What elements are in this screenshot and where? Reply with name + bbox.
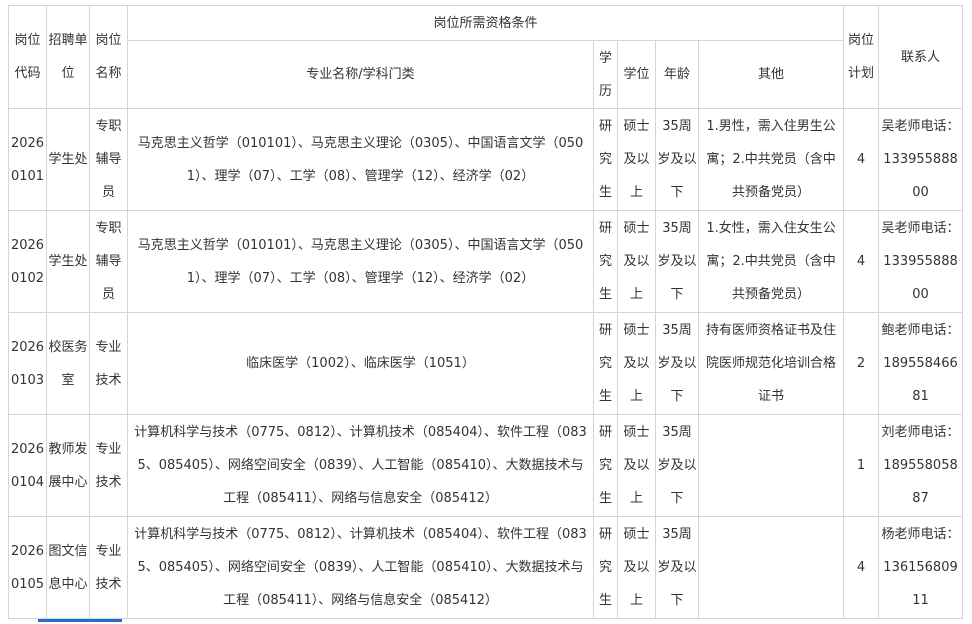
header-education: 学历 — [593, 40, 618, 109]
cell-position: 专业技术 — [89, 516, 128, 619]
cell-contact: 杨老师电话：13615680911 — [878, 516, 964, 619]
cell-major: 计算机科学与技术（0775、0812）、计算机技术（085404）、软件工程（0… — [127, 516, 594, 619]
cell-age: 35周岁及以下 — [655, 312, 699, 415]
table-row: 20260105 图文信息中心 专业技术 计算机科学与技术（0775、0812）… — [8, 516, 964, 619]
cell-plan: 2 — [843, 312, 880, 415]
header-major: 专业名称/学科门类 — [127, 40, 594, 109]
cell-degree: 硕士及以上 — [617, 516, 656, 619]
cell-major: 计算机科学与技术（0775、0812）、计算机技术（085404）、软件工程（0… — [127, 414, 594, 517]
cell-plan: 4 — [843, 108, 880, 211]
cell-other — [697, 516, 845, 619]
cell-education: 研究生 — [593, 108, 618, 211]
cell-contact: 鲍老师电话：18955846681 — [878, 312, 964, 415]
header-position: 岗位名称 — [89, 5, 128, 109]
cell-plan: 4 — [843, 210, 880, 313]
cell-major: 临床医学（1002）、临床医学（1051） — [127, 312, 594, 415]
cell-unit: 学生处 — [46, 210, 90, 313]
cell-degree: 硕士及以上 — [617, 210, 656, 313]
cell-position: 专职辅导员 — [89, 210, 128, 313]
header-age: 年龄 — [655, 40, 699, 109]
cell-contact: 吴老师电话：13395588800 — [878, 210, 964, 313]
cell-plan: 1 — [843, 414, 880, 517]
table-row: 20260103 校医务室 专业技术 临床医学（1002）、临床医学（1051）… — [8, 312, 964, 415]
cell-age: 35周岁及以下 — [655, 210, 699, 313]
cell-other: 持有医师资格证书及住院医师规范化培训合格证书 — [697, 312, 845, 415]
cell-education: 研究生 — [593, 210, 618, 313]
cell-other: 1.女性，需入住女生公寓；2.中共党员（含中共预备党员） — [697, 210, 845, 313]
cell-education: 研究生 — [593, 312, 618, 415]
cell-unit: 校医务室 — [46, 312, 90, 415]
cell-other: 1.男性，需入住男生公寓；2.中共党员（含中共预备党员） — [697, 108, 845, 211]
cell-education: 研究生 — [593, 414, 618, 517]
recruitment-table: 岗位代码 招聘单位 岗位名称 岗位所需资格条件 岗位计划 联系人 专业名称/学科… — [8, 5, 964, 619]
header-contact: 联系人 — [878, 5, 964, 109]
cell-contact: 吴老师电话：13395588800 — [878, 108, 964, 211]
cell-degree: 硕士及以上 — [617, 414, 656, 517]
cell-education: 研究生 — [593, 516, 618, 619]
header-degree: 学位 — [617, 40, 656, 109]
cell-position: 专职辅导员 — [89, 108, 128, 211]
cell-age: 35周岁及以下 — [655, 414, 699, 517]
cell-code: 20260105 — [8, 516, 47, 619]
cell-code: 20260104 — [8, 414, 47, 517]
cell-major: 马克思主义哲学（010101）、马克思主义理论（0305）、中国语言文学（050… — [127, 108, 594, 211]
cell-plan: 4 — [843, 516, 880, 619]
table-row: 20260101 学生处 专职辅导员 马克思主义哲学（010101）、马克思主义… — [8, 108, 964, 211]
header-other: 其他 — [697, 40, 845, 109]
header-requirements: 岗位所需资格条件 — [126, 5, 845, 41]
cell-code: 20260103 — [8, 312, 47, 415]
cell-position: 专业技术 — [89, 312, 128, 415]
cell-degree: 硕士及以上 — [617, 312, 656, 415]
cell-unit: 图文信息中心 — [46, 516, 90, 619]
cell-code: 20260102 — [8, 210, 47, 313]
cell-unit: 教师发展中心 — [46, 414, 90, 517]
header-plan: 岗位计划 — [843, 5, 880, 109]
cell-age: 35周岁及以下 — [655, 516, 699, 619]
table-row: 20260102 学生处 专职辅导员 马克思主义哲学（010101）、马克思主义… — [8, 210, 964, 313]
table-row: 20260104 教师发展中心 专业技术 计算机科学与技术（0775、0812）… — [8, 414, 964, 517]
cell-contact: 刘老师电话：18955805887 — [878, 414, 964, 517]
cell-code: 20260101 — [8, 108, 47, 211]
cell-age: 35周岁及以下 — [655, 108, 699, 211]
header-code: 岗位代码 — [8, 5, 47, 109]
cell-unit: 学生处 — [46, 108, 90, 211]
cell-major: 马克思主义哲学（010101）、马克思主义理论（0305）、中国语言文学（050… — [127, 210, 594, 313]
cell-position: 专业技术 — [89, 414, 128, 517]
scroll-indicator — [38, 619, 122, 622]
cell-degree: 硕士及以上 — [617, 108, 656, 211]
header-unit: 招聘单位 — [46, 5, 90, 109]
cell-other — [697, 414, 845, 517]
